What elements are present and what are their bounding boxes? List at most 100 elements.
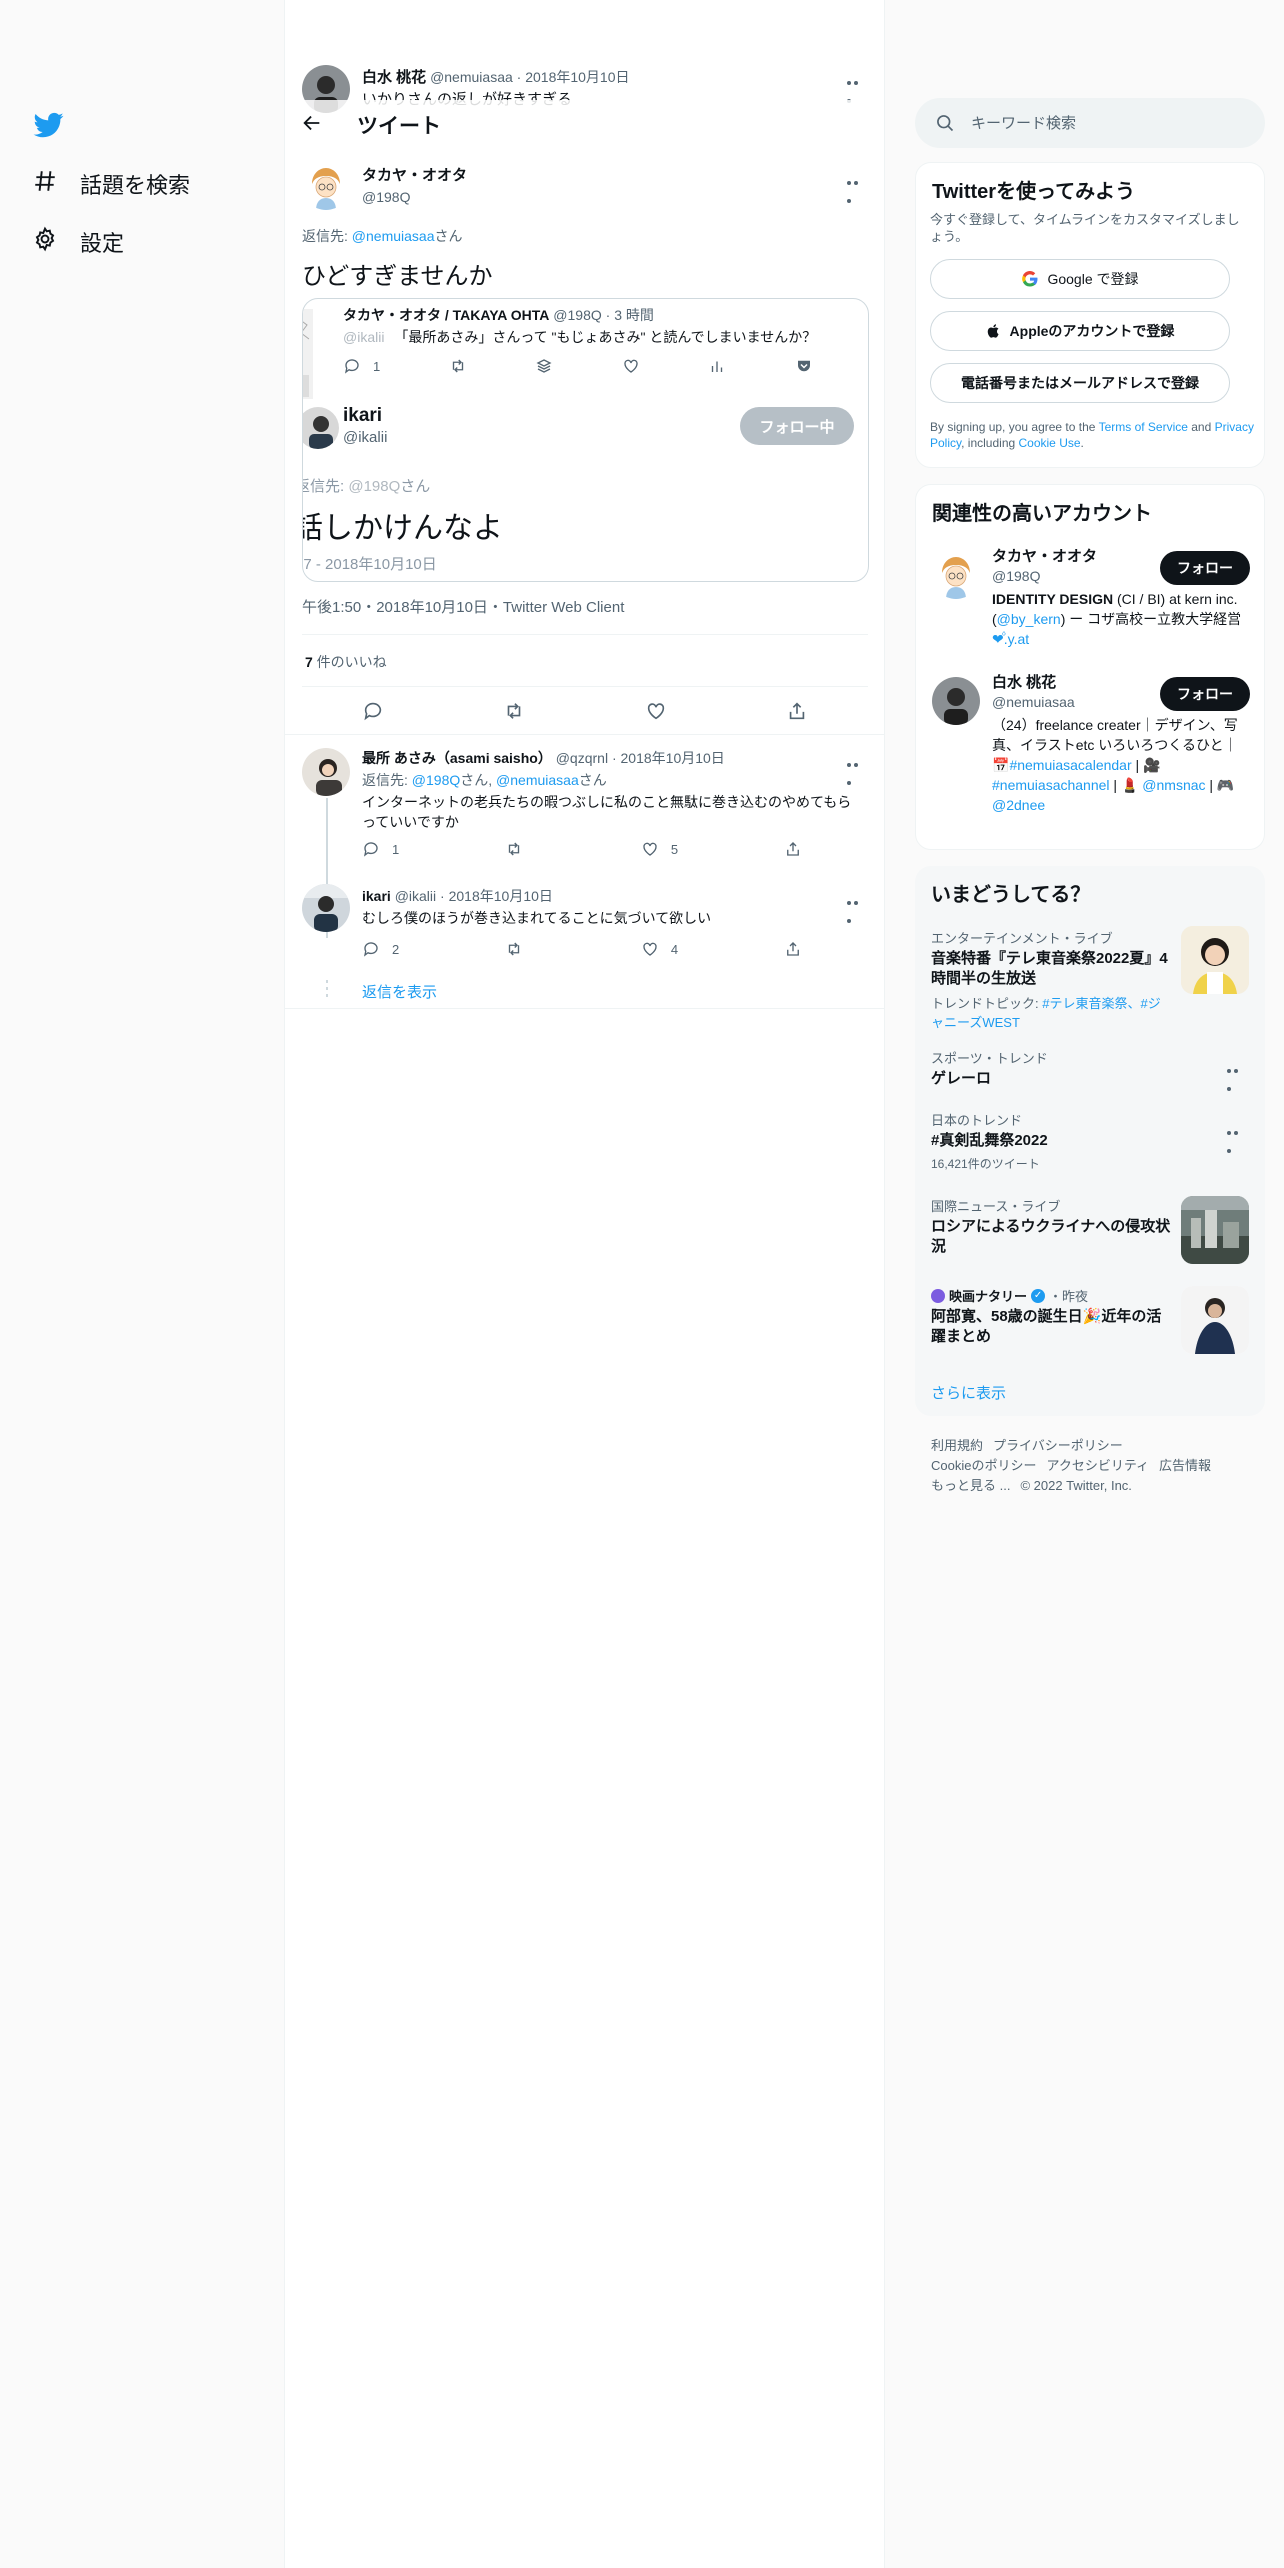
bio-link[interactable]: @by_kern <box>997 611 1061 627</box>
following-button[interactable]: フォロー中 <box>740 407 854 445</box>
bio-link[interactable]: @2dnee <box>992 797 1045 813</box>
search-box[interactable] <box>915 98 1265 148</box>
tweet-date[interactable]: 2018年10月10日 <box>621 750 725 766</box>
trend-thumbnail[interactable] <box>1181 1196 1249 1264</box>
bio-link[interactable]: @nmsnac <box>1142 777 1205 793</box>
reply-to-link[interactable]: @nemuiasaa <box>496 772 579 788</box>
back-arrow-icon[interactable] <box>301 112 323 134</box>
account-name[interactable]: 白水 桃花 <box>992 671 1075 692</box>
google-signup-button[interactable]: Google で登録 <box>930 259 1230 299</box>
author-handle[interactable]: @nemuiasaa <box>430 69 513 85</box>
follow-button[interactable]: フォロー <box>1160 677 1250 711</box>
avatar[interactable] <box>303 407 339 449</box>
stack-button[interactable] <box>535 357 553 375</box>
reply-button[interactable]: 1 <box>362 840 399 858</box>
account-handle[interactable]: @nemuiasaa <box>992 694 1075 710</box>
reply-button[interactable] <box>362 700 384 722</box>
retweet-button[interactable] <box>449 357 467 375</box>
more-icon[interactable] <box>847 754 867 785</box>
avatar[interactable] <box>932 551 980 599</box>
account-item[interactable]: タカヤ・オオタ @198Q フォロー IDENTITY DESIGN (CI /… <box>916 545 1266 665</box>
likes-row[interactable]: 7 件のいいね <box>305 652 387 672</box>
trend-time: ・昨夜 <box>1049 1289 1089 1304</box>
bio-link[interactable]: #nemuiasachannel <box>992 777 1110 793</box>
share-button[interactable] <box>784 940 802 958</box>
reply-to-link[interactable]: @198Q <box>412 772 460 788</box>
footer-link[interactable]: Cookieのポリシー <box>931 1458 1036 1473</box>
like-button[interactable]: 5 <box>641 840 678 858</box>
retweet-button[interactable] <box>505 840 535 858</box>
quoted-name[interactable]: ikari <box>343 405 387 427</box>
share-button[interactable] <box>786 700 808 722</box>
avatar[interactable] <box>932 677 980 725</box>
show-replies-link[interactable]: 返信を表示 <box>362 981 437 1002</box>
nav-explore[interactable]: 話題を検索 <box>32 164 190 204</box>
phone-email-signup-button[interactable]: 電話番号またはメールアドレスで登録 <box>930 363 1230 403</box>
account-handle[interactable]: @198Q <box>992 568 1097 584</box>
quoted-top-handle[interactable]: @198Q <box>553 307 601 323</box>
author-name[interactable]: 白水 桃花 <box>362 69 426 86</box>
footer-link[interactable]: アクセシビリティ <box>1046 1458 1149 1473</box>
like-button[interactable] <box>622 357 640 375</box>
footer-link[interactable]: 広告情報 <box>1159 1458 1211 1473</box>
footer-link[interactable]: プライバシーポリシー <box>993 1438 1123 1453</box>
trend-tweet-count: 16,421件のツイート <box>931 1157 1040 1171</box>
tweet-date[interactable]: 2018年10月10日 <box>525 69 629 85</box>
more-icon[interactable] <box>1227 1122 1247 1153</box>
quoted-top-reply-handle[interactable]: @ikalii <box>343 329 384 345</box>
search-input[interactable] <box>971 98 1241 148</box>
retweet-button[interactable] <box>505 940 535 958</box>
trend-thumbnail[interactable] <box>1181 926 1249 994</box>
pocket-button[interactable] <box>795 357 813 375</box>
reply-button[interactable]: 2 <box>362 940 399 958</box>
quoted-tweet-card[interactable]: タカヤ・オオタ / TAKAYA OHTA @198Q · 3 時間 @ikal… <box>302 298 869 582</box>
author-name[interactable]: タカヤ・オオタ <box>362 164 467 185</box>
more-icon[interactable] <box>847 72 867 103</box>
like-button[interactable] <box>645 700 667 722</box>
reply-to-link[interactable]: @nemuiasaa <box>352 228 435 244</box>
quoted-reply-link[interactable]: @198Q <box>348 478 400 495</box>
terms-link[interactable]: Terms of Service <box>1099 420 1188 434</box>
author-name[interactable]: 最所 あさみ（asami saisho） <box>362 750 552 766</box>
tweet-date[interactable]: 2018年10月10日 <box>449 888 553 904</box>
reply-tweet[interactable]: ikari @ikalii · 2018年10月10日 むしろ僕のほうが巻き込ま… <box>285 880 884 970</box>
quoted-top-name[interactable]: タカヤ・オオタ / TAKAYA OHTA <box>343 307 549 323</box>
avatar[interactable] <box>302 884 350 932</box>
like-button[interactable]: 4 <box>641 940 678 958</box>
google-icon <box>1022 270 1038 287</box>
footer-link[interactable]: 利用規約 <box>931 1438 983 1453</box>
follow-button[interactable]: フォロー <box>1160 551 1250 585</box>
cookie-link[interactable]: Cookie Use <box>1019 436 1081 450</box>
trend-thumbnail[interactable] <box>1181 1286 1249 1354</box>
quoted-handle[interactable]: @ikalii <box>343 429 387 446</box>
trend-item[interactable]: 日本のトレンド #真剣乱舞祭2022 16,421件のツイート <box>931 1110 1251 1172</box>
trend-item[interactable]: スポーツ・トレンド ゲレーロ <box>931 1048 1251 1089</box>
footer-link[interactable]: もっと見る ... <box>931 1478 1010 1493</box>
more-icon[interactable] <box>847 172 867 203</box>
verified-badge-icon: ✓ <box>1031 1288 1046 1303</box>
tweet-meta[interactable]: 午後1:50・2018年10月10日・Twitter Web Client <box>302 596 624 617</box>
avatar[interactable] <box>302 162 350 210</box>
share-button[interactable] <box>784 840 802 858</box>
author-name[interactable]: ikari <box>362 888 391 904</box>
author-handle[interactable]: @qzqrnl <box>556 750 608 766</box>
reply-tweet[interactable]: 最所 あさみ（asami saisho） @qzqrnl · 2018年10月1… <box>285 742 884 938</box>
bio-link[interactable]: ❤︎ᷳ︎.y.at <box>992 631 1029 647</box>
account-name[interactable]: タカヤ・オオタ <box>992 545 1097 566</box>
more-icon[interactable] <box>847 892 867 923</box>
author-handle[interactable]: @198Q <box>362 189 467 205</box>
twitter-logo-icon[interactable] <box>32 110 66 140</box>
more-icon[interactable] <box>1227 1060 1247 1091</box>
avatar[interactable] <box>302 748 350 796</box>
bio-link[interactable]: #nemuiasacalendar <box>1009 757 1131 773</box>
nav-settings[interactable]: 設定 <box>32 222 124 262</box>
signup-legal: By signing up, you agree to the Terms of… <box>930 420 1254 450</box>
apple-signup-button[interactable]: Appleのアカウントで登録 <box>930 311 1230 351</box>
show-more-link[interactable]: さらに表示 <box>931 1382 1006 1403</box>
analytics-button[interactable] <box>708 357 726 375</box>
author-handle[interactable]: @ikalii <box>395 888 436 904</box>
retweet-button[interactable] <box>503 700 525 722</box>
reply-button[interactable]: 1 <box>343 357 380 375</box>
tweet-text: むしろ僕のほうが巻き込まれてることに気づいて欲しい <box>362 910 712 926</box>
account-item[interactable]: 白水 桃花 @nemuiasaa フォロー （24）freelance crea… <box>916 671 1266 841</box>
